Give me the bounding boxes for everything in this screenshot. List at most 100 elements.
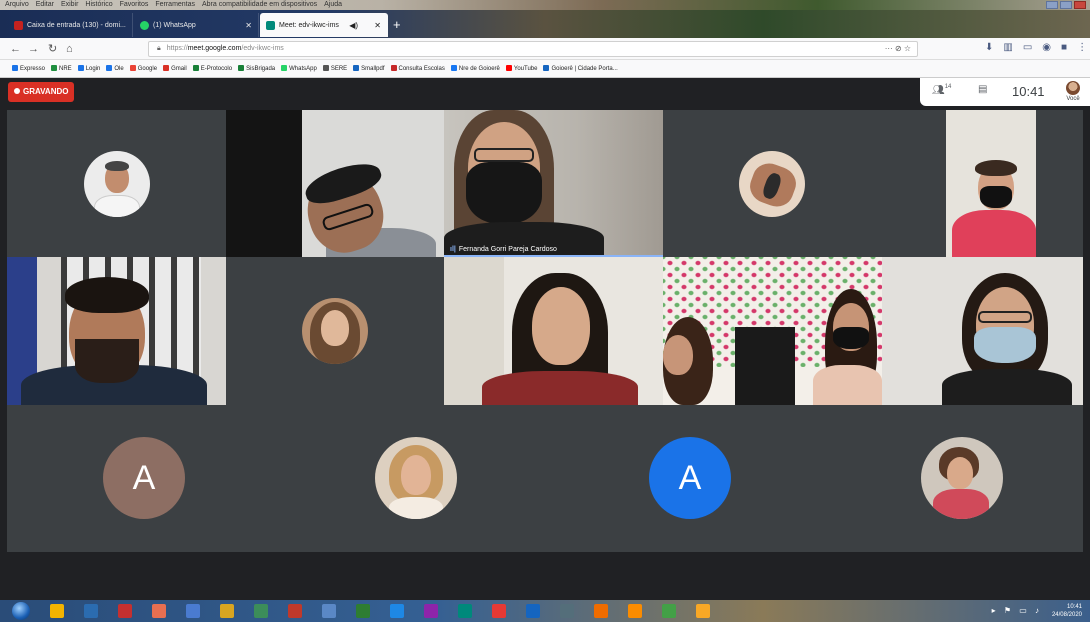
bookmark-label: NRE [59,66,72,72]
menu-editar[interactable]: Editar [36,1,54,8]
reload-icon[interactable]: ↻ [48,41,57,57]
sidebar-icon[interactable]: ▭ [1023,42,1032,53]
menu-bar: Arquivo Editar Exibir Histórico Favorito… [0,0,1090,10]
participant-avatar[interactable] [375,437,457,519]
start-button[interactable] [12,602,30,620]
menu-exibir[interactable]: Exibir [61,1,79,8]
participant-letter-avatar[interactable]: A [103,437,185,519]
bookmark-item[interactable]: Login [77,65,101,72]
taskbar-app-icon[interactable] [594,604,608,618]
bookmark-item[interactable]: WhatsApp [281,65,317,72]
taskbar-time: 10:41 [1066,604,1082,610]
taskbar-app-icon[interactable] [322,604,336,618]
download-icon[interactable]: ⬇ [985,42,993,53]
minimize-button[interactable] [1046,1,1058,9]
taskbar-app-icon[interactable] [696,604,710,618]
close-tab-icon[interactable]: ✕ [239,21,252,30]
close-window-button[interactable] [1074,1,1086,9]
maximize-button[interactable] [1060,1,1072,9]
close-tab-icon[interactable]: ✕ [368,21,381,30]
taskbar-date: 24/08/2020 [1051,612,1082,618]
active-speaker-tile[interactable]: ıl| Fernanda Gorri Pareja Cardoso [444,110,663,257]
bookmark-favicon-icon [163,65,170,71]
menu-favoritos[interactable]: Favoritos [120,1,149,8]
participant-video[interactable] [882,110,1083,257]
taskbar-app-icon[interactable] [254,604,268,618]
taskbar-app-icon[interactable] [492,604,506,618]
tab-label: Caixa de entrada (130) - domi... [27,21,126,29]
bookmark-item[interactable]: SERE [322,65,347,72]
menu-arquivo[interactable]: Arquivo [5,1,29,8]
menu-historico[interactable]: Histórico [85,1,112,8]
participants-count: 14 [944,84,952,90]
back-icon[interactable]: ← [10,41,21,57]
close-tab-icon[interactable]: ✕ [126,21,133,30]
self-view[interactable]: Você [1060,81,1086,104]
taskbar-app-icon[interactable] [152,604,166,618]
bookmark-item[interactable]: Google [129,65,157,72]
bookmark-item[interactable]: Ole [106,65,124,72]
system-clock[interactable]: 10:41 24/08/2020 [1052,603,1082,619]
taskbar-app-icon[interactable] [288,604,302,618]
taskbar-app-icon[interactable] [84,604,98,618]
participant-letter-avatar[interactable]: A [649,437,731,519]
bookmark-item[interactable]: YouTube [505,65,537,72]
tab-whatsapp[interactable]: (1) WhatsApp ✕ [134,13,259,37]
extension-icon[interactable]: ■ [1061,42,1067,53]
nav-bar: ← → ↻ ⌂ 🔒︎ https://meet.google.com/edv-i… [0,38,1090,60]
taskbar-app-icon[interactable] [390,604,404,618]
participant-video[interactable] [226,110,444,257]
bookmark-item[interactable]: Consulta Escolas [390,65,445,72]
bookmark-item[interactable]: SisBrigada [238,65,275,72]
bookmark-item[interactable]: Nre de Goioerê [450,65,500,72]
taskbar-app-icon[interactable] [220,604,234,618]
bookmark-label: WhatsApp [289,66,317,72]
participants-icon[interactable]: 👥︎14 [932,84,951,96]
participant-tile[interactable] [226,257,444,405]
taskbar-app-icon[interactable] [458,604,472,618]
taskbar-app-icon[interactable] [424,604,438,618]
new-tab-icon[interactable]: + [393,18,401,32]
participant-row: A A [7,405,1083,552]
chat-icon[interactable]: ▤ [978,84,987,95]
bookmark-label: Login [85,66,101,72]
meet-icon [266,20,275,30]
url-bar[interactable]: 🔒︎ https://meet.google.com/edv-ikwc-ims … [148,41,918,57]
account-icon[interactable]: ◉ [1042,42,1051,53]
library-icon[interactable]: ▥ [1003,42,1012,53]
participant-video[interactable] [882,257,1083,405]
bookmark-item[interactable]: NRE [51,65,72,72]
menu-compat[interactable]: Abra compatibilidade em dispositivos [202,1,317,8]
lock-icon[interactable]: 🔒︎ [157,45,161,52]
taskbar-app-icon[interactable] [186,604,200,618]
taskbar-app-icon[interactable] [356,604,370,618]
tab-gmail[interactable]: Caixa de entrada (130) - domi... ✕ [8,13,133,37]
home-icon[interactable]: ⌂ [66,41,73,57]
participant-video[interactable] [444,257,663,405]
taskbar-app-icon[interactable] [526,604,540,618]
tab-meet[interactable]: Meet: edv-ikwc-ims ◀) ✕ [260,13,388,37]
participant-tile[interactable] [663,110,882,257]
page-actions-icons[interactable]: ··· ⊘ ☆ [885,42,911,56]
meeting-clock: 10:41 [1012,84,1045,99]
bookmark-item[interactable]: Gmail [163,65,187,72]
bookmark-item[interactable]: Smallpdf [353,65,385,72]
menu-ajuda[interactable]: Ajuda [324,1,342,8]
speaker-icon[interactable]: ◀) [349,21,358,30]
participant-avatar[interactable] [921,437,1003,519]
taskbar-app-icon[interactable] [50,604,64,618]
taskbar-app-icon[interactable] [662,604,676,618]
participant-video[interactable] [663,257,882,405]
bookmark-item[interactable]: Expresso [12,65,45,72]
taskbar-app-icon[interactable] [560,604,574,618]
taskbar-app-icon[interactable] [628,604,642,618]
overflow-icon[interactable]: ⋮ [1077,42,1087,53]
participant-video[interactable] [7,257,226,405]
bookmark-item[interactable]: E-Protocolo [192,65,232,72]
menu-ferramentas[interactable]: Ferramentas [155,1,195,8]
taskbar-app-icon[interactable] [118,604,132,618]
bookmark-item[interactable]: Goioerê | Cidade Porta... [543,65,618,72]
participant-tile[interactable] [7,110,226,257]
tray-icons[interactable]: ▸ ⚑ ▭ ♪ [992,606,1042,615]
forward-icon[interactable]: → [28,41,39,57]
